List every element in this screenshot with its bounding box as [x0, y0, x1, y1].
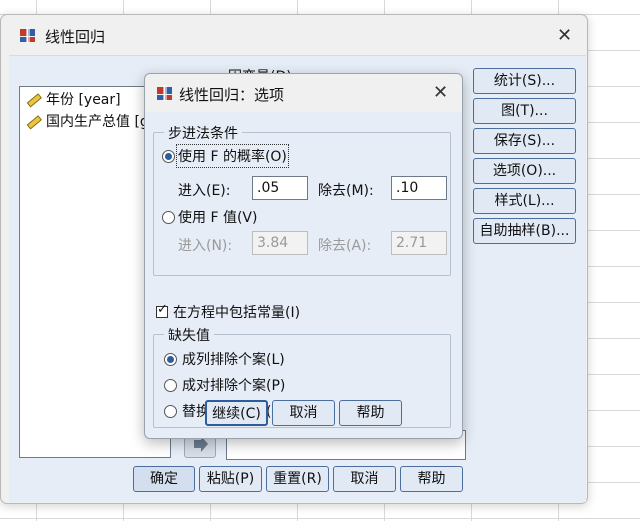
- removal-f-input[interactable]: 2.71: [391, 231, 447, 255]
- check-icon: ✓: [157, 302, 168, 317]
- use-probability-radio[interactable]: [162, 150, 175, 163]
- spss-app-icon: [157, 85, 172, 101]
- variable-item-year[interactable]: 年份 [year]: [26, 89, 121, 111]
- save-button[interactable]: 保存(S)...: [473, 128, 576, 154]
- style-button[interactable]: 样式(L)...: [473, 188, 576, 214]
- removal-f-label: 除去(A):: [318, 238, 372, 254]
- ok-button[interactable]: 确定: [133, 466, 195, 492]
- plots-button[interactable]: 图(T)...: [473, 98, 576, 124]
- removal-probability-input[interactable]: .10: [391, 176, 447, 200]
- continue-button[interactable]: 继续(C): [205, 400, 268, 426]
- options-dialog-body: 步进法条件 使用 F 的概率(O) 进入(E): .05 除去(M): .10 …: [145, 112, 462, 438]
- entry-f-label: 进入(N):: [178, 238, 233, 254]
- use-f-value-label[interactable]: 使用 F 值(V): [178, 207, 257, 227]
- paste-button[interactable]: 粘贴(P): [199, 466, 262, 492]
- help-button[interactable]: 帮助: [400, 466, 463, 492]
- options-button[interactable]: 选项(O)...: [473, 158, 576, 184]
- main-titlebar: 线性回归 ✕: [1, 15, 587, 55]
- options-close-icon[interactable]: ✕: [433, 84, 448, 102]
- spss-app-icon: [20, 27, 35, 43]
- use-probability-label[interactable]: 使用 F 的概率(O): [176, 144, 289, 168]
- entry-f-input[interactable]: 3.84: [252, 231, 308, 255]
- options-cancel-button[interactable]: 取消: [272, 400, 335, 426]
- missing-values-group-label: 缺失值: [164, 325, 214, 345]
- options-dialog: 线性回归：选项 ✕ 步进法条件 使用 F 的概率(O) 进入(E): .05 除…: [144, 73, 463, 439]
- cancel-button[interactable]: 取消: [333, 466, 396, 492]
- options-help-button[interactable]: 帮助: [339, 400, 402, 426]
- entry-probability-label: 进入(E):: [178, 183, 231, 199]
- use-f-value-radio[interactable]: [162, 211, 175, 224]
- pairwise-label[interactable]: 成对排除个案(P): [182, 375, 285, 395]
- scale-ruler-icon: [26, 115, 42, 130]
- options-dialog-title: 线性回归：选项: [179, 86, 285, 104]
- include-constant-checkbox[interactable]: ✓: [156, 302, 168, 318]
- variable-label: 年份 [year]: [46, 92, 121, 108]
- removal-probability-label: 除去(M):: [318, 183, 374, 199]
- pairwise-radio[interactable]: [164, 379, 177, 392]
- bootstrap-button[interactable]: 自助抽样(B)...: [473, 218, 576, 244]
- replace-mean-radio[interactable]: [164, 405, 177, 418]
- listwise-radio[interactable]: [164, 353, 177, 366]
- listwise-label[interactable]: 成列排除个案(L): [182, 349, 285, 369]
- stepping-group-label: 步进法条件: [164, 123, 242, 143]
- scale-ruler-icon: [26, 93, 42, 108]
- main-close-icon[interactable]: ✕: [557, 27, 572, 45]
- stepping-criteria-group: 步进法条件 使用 F 的概率(O) 进入(E): .05 除去(M): .10 …: [153, 123, 451, 276]
- main-dialog-title: 线性回归: [45, 28, 106, 46]
- statistics-button[interactable]: 统计(S)...: [473, 68, 576, 94]
- entry-probability-input[interactable]: .05: [252, 176, 308, 200]
- include-constant-label[interactable]: 在方程中包括常量(I): [173, 302, 300, 322]
- reset-button[interactable]: 重置(R): [266, 466, 329, 492]
